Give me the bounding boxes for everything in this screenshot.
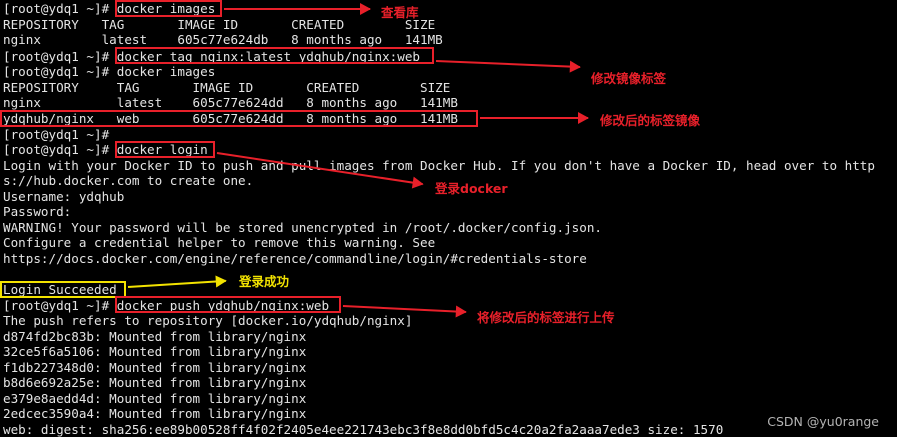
terminal-line: f1db227348d0: Mounted from library/nginx	[3, 359, 307, 375]
highlight-box-docker-images	[115, 0, 222, 17]
arrow-icon	[435, 60, 580, 69]
terminal-line: 32ce5f6a5106: Mounted from library/nginx	[3, 344, 307, 359]
terminal-line: Configure a credential helper to remove …	[3, 235, 436, 250]
terminal-line: [root@ydq1 ~]#	[3, 126, 110, 142]
arrow-icon	[224, 3, 371, 15]
terminal-line: nginx latest 605c77e624dd 8 months ago 1…	[3, 95, 458, 110]
terminal-line: 2edcec3590a4: Mounted from library/nginx	[3, 406, 307, 421]
highlight-box-docker-login	[115, 141, 215, 158]
annotation-label: 修改镜像标签	[591, 71, 667, 86]
terminal-line: Password:	[3, 204, 72, 219]
terminal-line: d874fd2bc83b: Mounted from library/nginx	[3, 328, 307, 344]
highlight-box-tagged-image-row	[0, 110, 478, 127]
terminal-line: s://hub.docker.com to create one.	[3, 173, 254, 188]
watermark: CSDN @yu0range	[767, 414, 879, 429]
arrow-icon	[342, 305, 466, 314]
terminal-line: Login with your Docker ID to push and pu…	[3, 157, 875, 173]
terminal-line: The push refers to repository [docker.io…	[3, 313, 413, 328]
terminal-line: [root@ydq1 ~]# docker images	[3, 64, 216, 79]
highlight-box-docker-push	[115, 296, 341, 313]
terminal-line: REPOSITORY TAG IMAGE ID CREATED SIZE	[3, 79, 451, 95]
terminal-line: WARNING! Your password will be stored un…	[3, 219, 602, 235]
terminal-line: Username: ydqhub	[3, 188, 125, 204]
annotation-label: 登录成功	[239, 274, 290, 289]
annotation-label: 修改后的标签镜像	[600, 113, 701, 128]
terminal-line: web: digest: sha256:ee89b00528ff4f02f240…	[3, 421, 724, 437]
terminal-line: e379e8aedd4d: Mounted from library/nginx	[3, 390, 307, 406]
annotation-label: 将修改后的标签进行上传	[477, 310, 615, 325]
highlight-box-docker-tag	[115, 47, 434, 64]
annotation-label: 查看库	[381, 5, 419, 20]
terminal-line: nginx latest 605c77e624db 8 months ago 1…	[3, 32, 443, 47]
annotation-label: 登录docker	[435, 181, 508, 196]
terminal-line: REPOSITORY TAG IMAGE ID CREATED SIZE	[3, 16, 436, 32]
terminal-window[interactable]: [root@ydq1 ~]# docker images REPOSITORY …	[0, 0, 897, 437]
arrow-icon	[127, 279, 226, 288]
highlight-box-login-succeeded	[0, 281, 126, 298]
terminal-line: b8d6e692a25e: Mounted from library/nginx	[3, 375, 307, 390]
terminal-line: https://docs.docker.com/engine/reference…	[3, 250, 587, 266]
arrow-icon	[480, 112, 589, 124]
